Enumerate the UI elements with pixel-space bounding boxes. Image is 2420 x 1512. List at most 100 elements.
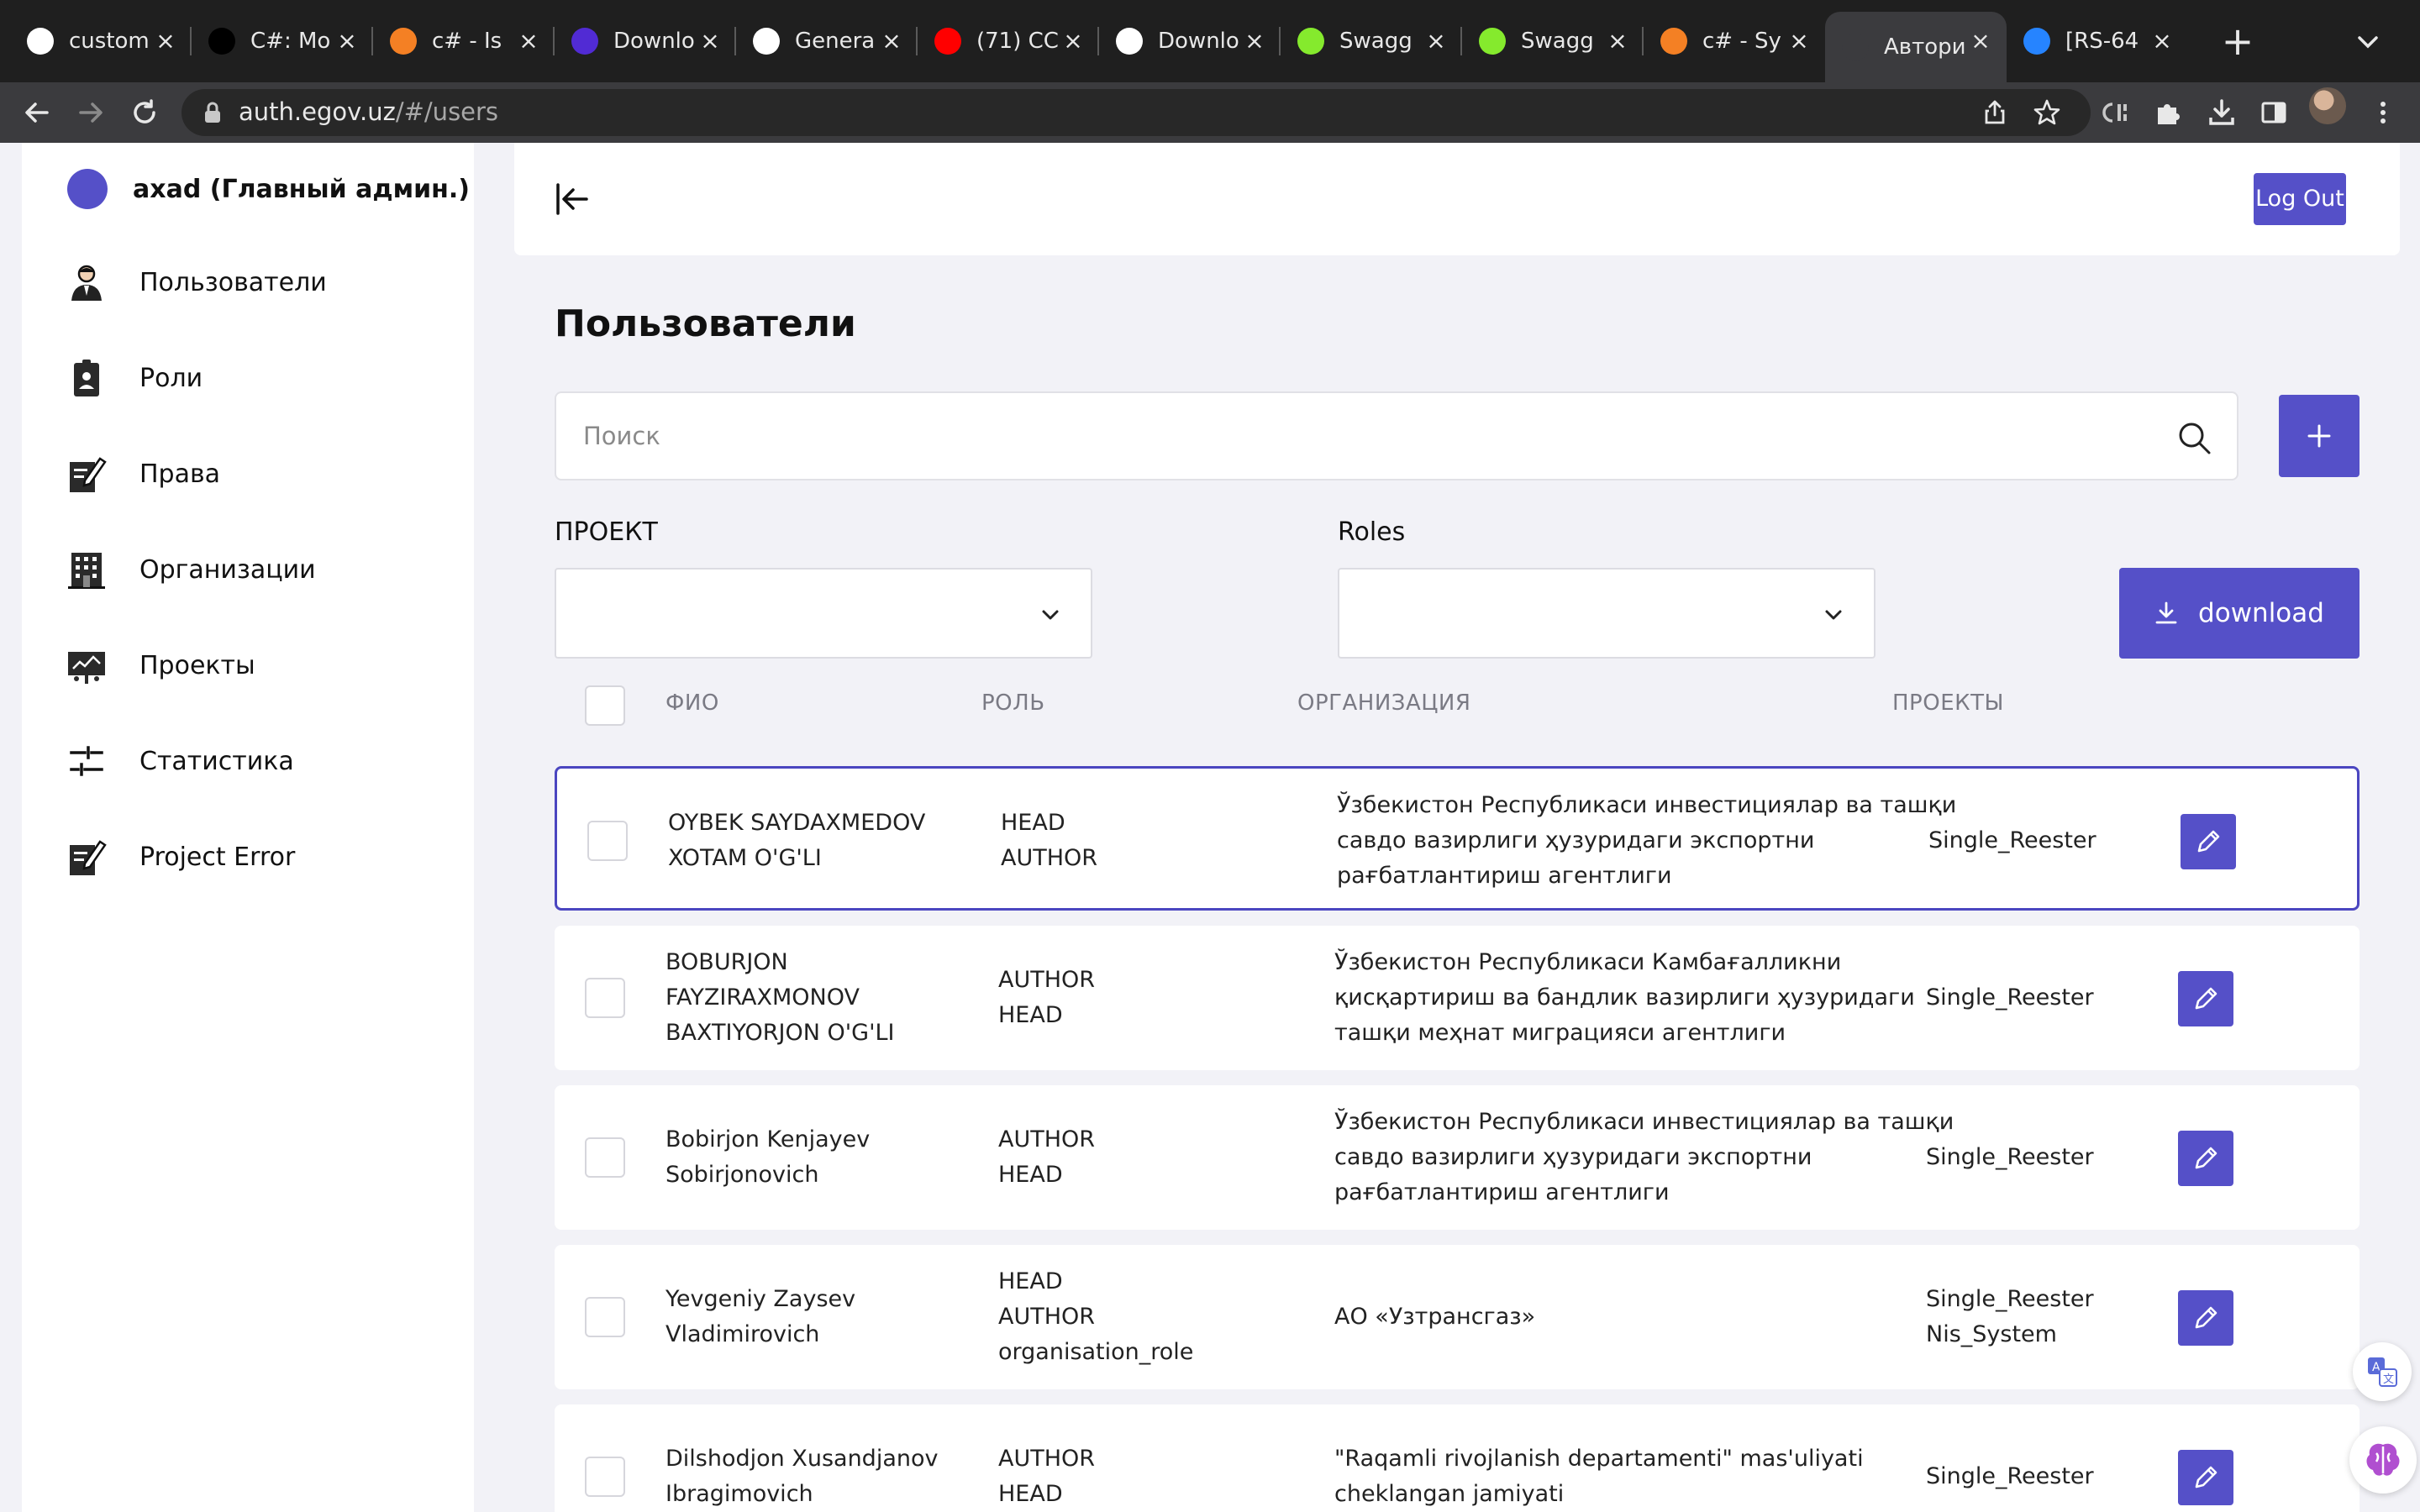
table-row[interactable]: OYBEK SAYDAXMEDOV XOTAM O'G'LI HEAD AUTHOR Ў… (555, 766, 2360, 911)
user-roles-line: AUTHOR (998, 1304, 1096, 1330)
tab-close-icon[interactable]: × (2148, 27, 2176, 55)
user-roles-line: AUTHOR (1001, 845, 1098, 871)
forward-button[interactable] (72, 94, 109, 131)
tab-close-icon[interactable]: × (696, 27, 724, 55)
user-full-name: Bobirjon Kenjayev Sobirjonovich (666, 1122, 951, 1193)
row-checkbox[interactable] (585, 1457, 625, 1497)
select-all-checkbox[interactable] (585, 685, 625, 726)
tab-close-icon[interactable]: × (877, 27, 906, 55)
logout-button[interactable]: Log Out (2254, 173, 2346, 225)
sidebar-item-statistics[interactable]: Статистика (66, 736, 294, 786)
user-full-name-line: Sobirjonovich (666, 1162, 819, 1188)
browser-tab[interactable]: [RS-64 × (2007, 12, 2188, 71)
sidebar-item-projects[interactable]: Проекты (66, 640, 255, 690)
browser-tab[interactable]: C#: Mo × (192, 12, 373, 71)
sidebar-item-permissions[interactable]: Права (66, 449, 220, 499)
new-tab-button[interactable]: + (2217, 20, 2259, 62)
arrow-right-icon (79, 102, 103, 123)
reload-icon (134, 99, 155, 123)
row-checkbox[interactable] (585, 1137, 625, 1178)
bookmark-button[interactable] (2030, 96, 2064, 129)
browser-tab[interactable]: Автори × (1825, 12, 2007, 82)
downloads-button[interactable] (2203, 94, 2240, 131)
tab-close-icon[interactable]: × (1966, 27, 1995, 55)
tab-close-icon[interactable]: × (1059, 27, 1087, 55)
user-organization-line: АО «Узтрансгаз» (1334, 1304, 1536, 1330)
edit-user-button[interactable] (2178, 1450, 2233, 1505)
side-panel-button[interactable] (2255, 94, 2292, 131)
tab-close-icon[interactable]: × (514, 27, 543, 55)
edit-user-button[interactable] (2181, 814, 2236, 869)
user-organization-line: Ўзбекистон Республикаси инвестициялар ва… (1337, 792, 1957, 818)
reload-button[interactable] (126, 94, 163, 131)
user-organization-line: савдо вазирлиги ҳузуридаги экспортни (1337, 827, 1815, 853)
sidebar-item-project-error[interactable]: Project Error (66, 832, 295, 882)
search-input[interactable] (583, 393, 2163, 479)
plus-icon (2307, 424, 2331, 448)
table-row[interactable]: Dilshodjon Xusandjanov Ibragimovich AUTHOR… (555, 1404, 2360, 1512)
ai-assistant-button[interactable] (2349, 1426, 2417, 1494)
row-checkbox[interactable] (585, 1297, 625, 1337)
user-full-name-line: Dilshodjon Xusandjanov (666, 1446, 939, 1472)
tab-close-icon[interactable]: × (151, 27, 180, 55)
user-projects-line: Single_Reester (1926, 1463, 2094, 1489)
dotnet-icon (571, 28, 598, 55)
user-roles: AUTHOR HEAD (998, 1441, 1250, 1512)
edit-user-button[interactable] (2178, 971, 2233, 1026)
user-organization-line: ташқи меҳнат миграцияси агентлиги (1334, 1020, 1786, 1046)
user-full-name-line: BOBURJON (666, 949, 788, 975)
sidebar-item-organizations[interactable]: Организации (66, 544, 316, 595)
stackoverflow-icon (1660, 28, 1687, 55)
url-path: /#/users (395, 97, 499, 126)
project-filter-select[interactable] (555, 568, 1092, 659)
tab-close-icon[interactable]: × (1240, 27, 1269, 55)
extension-cb-button[interactable] (2096, 94, 2133, 131)
user-projects-line: Single_Reester (1926, 1286, 2094, 1312)
sidebar-item-roles[interactable]: Роли (66, 353, 203, 403)
tab-search-button[interactable] (2349, 24, 2386, 60)
edit-user-button[interactable] (2178, 1290, 2233, 1346)
tab-close-icon[interactable]: × (333, 27, 361, 55)
tab-title: Swagg (1521, 29, 1594, 54)
browser-tab[interactable]: Downlo × (1099, 12, 1281, 71)
share-button[interactable] (1978, 96, 2012, 129)
collapse-sidebar-button[interactable] (553, 180, 592, 218)
browser-tab[interactable]: Swagg × (1281, 12, 1462, 71)
tab-close-icon[interactable]: × (1422, 27, 1450, 55)
browser-tab[interactable]: c# - Is × (373, 12, 555, 71)
browser-tab[interactable]: Swagg × (1462, 12, 1644, 71)
edit-user-button[interactable] (2178, 1131, 2233, 1186)
tab-title: Downlo (613, 29, 695, 54)
extensions-button[interactable] (2149, 94, 2186, 131)
user-projects-line: Single_Reester (1926, 1144, 2094, 1170)
browser-tab[interactable]: custom × (10, 12, 192, 71)
sidebar-item-users[interactable]: Пользователи (66, 257, 327, 307)
browser-menu-button[interactable] (2365, 94, 2402, 131)
add-user-button[interactable] (2279, 395, 2360, 477)
user-roles-line: HEAD (998, 1481, 1063, 1507)
user-roles-line: AUTHOR (998, 1126, 1096, 1152)
address-bar[interactable]: auth.egov.uz/#/users (182, 89, 2091, 136)
row-checkbox[interactable] (587, 821, 628, 861)
table-row[interactable]: Bobirjon Kenjayev Sobirjonovich AUTHOR HEAD… (555, 1085, 2360, 1230)
tab-title: Автори (1884, 34, 1966, 60)
translate-widget-button[interactable]: A文 (2353, 1342, 2412, 1401)
table-row[interactable]: BOBURJON FAYZIRAXMONOV BAXTIYORJON O'G'LI A… (555, 926, 2360, 1070)
browser-tab[interactable]: Genera × (736, 12, 918, 71)
table-row[interactable]: Yevgeniy Zaysev Vladimirovich HEAD AUTHOR or… (555, 1245, 2360, 1389)
tab-title: (71) CC (976, 29, 1059, 54)
browser-tab[interactable]: Downlo × (555, 12, 736, 71)
row-checkbox[interactable] (585, 978, 625, 1018)
profile-avatar[interactable] (2309, 87, 2346, 124)
roles-filter-select[interactable] (1338, 568, 1876, 659)
download-icon (2209, 99, 2234, 125)
back-button[interactable] (18, 94, 55, 131)
search-button[interactable] (2176, 420, 2212, 455)
download-button[interactable]: download (2119, 568, 2360, 659)
user-full-name-line: Bobirjon Kenjayev (666, 1126, 871, 1152)
browser-tab[interactable]: (71) CC × (918, 12, 1099, 71)
browser-tab[interactable]: c# - Sy × (1644, 12, 1825, 71)
tab-close-icon[interactable]: × (1603, 27, 1632, 55)
tab-close-icon[interactable]: × (1785, 27, 1813, 55)
user-name: axad (Главный админ.) (133, 174, 470, 204)
